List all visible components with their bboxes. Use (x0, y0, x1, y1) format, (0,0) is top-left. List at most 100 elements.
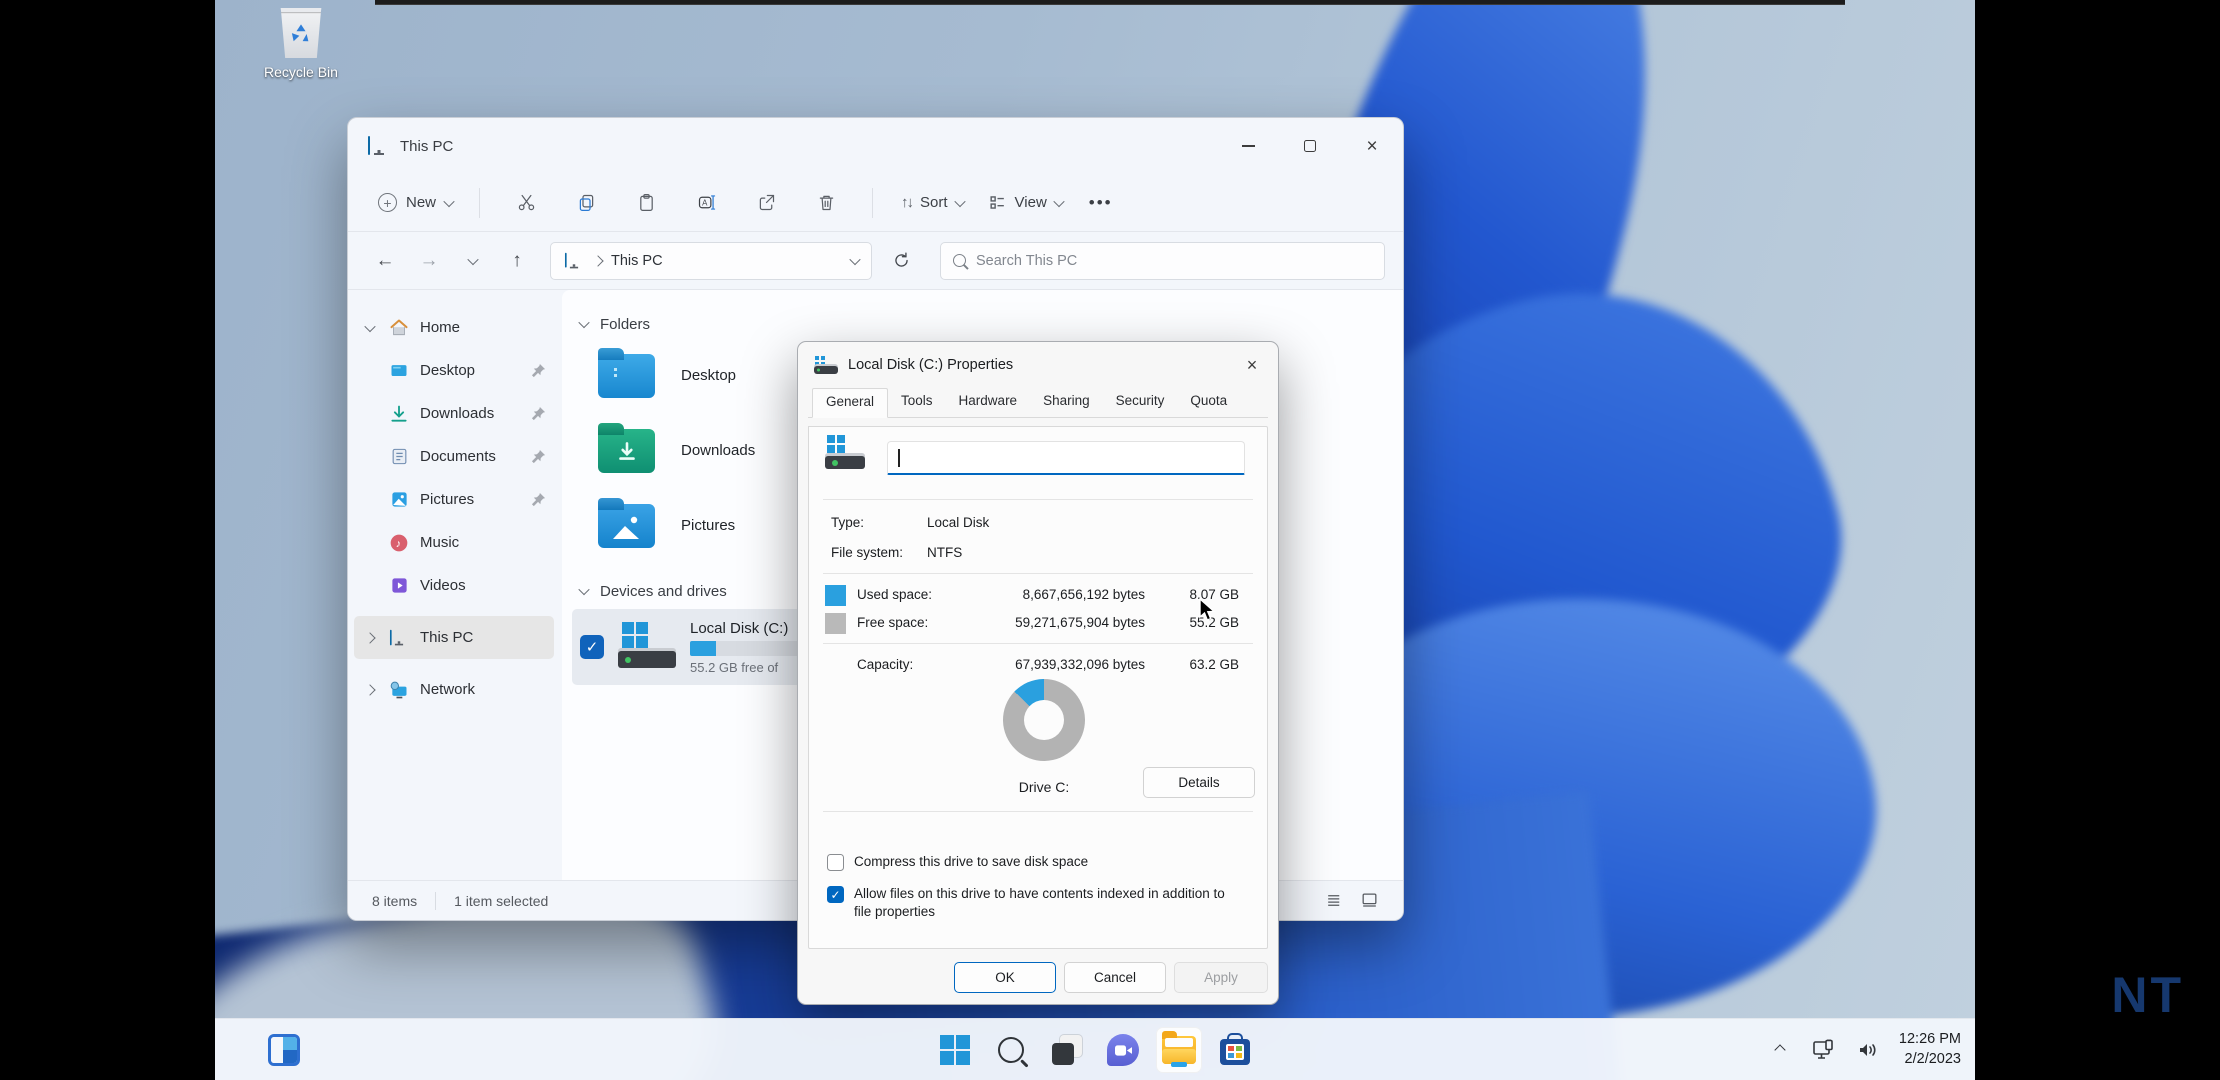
network-tray-icon[interactable] (1811, 1037, 1837, 1063)
cut-button[interactable] (505, 183, 547, 223)
expand-icon[interactable] (364, 631, 376, 644)
sidebar-item-desktop[interactable]: Desktop (354, 349, 554, 392)
search-button[interactable] (988, 1027, 1034, 1073)
task-view-icon (1052, 1035, 1082, 1065)
selection-count: 1 item selected (454, 892, 549, 909)
paste-button[interactable] (625, 183, 667, 223)
drive-c-label: Drive C: (1018, 779, 1070, 795)
compress-checkbox[interactable] (827, 854, 844, 871)
sidebar-item-this-pc[interactable]: This PC (354, 616, 554, 659)
explorer-toolbar: + New A ↑↓ Sort View ••• (348, 174, 1403, 232)
chat-button[interactable] (1100, 1027, 1146, 1073)
sidebar-item-label: Home (420, 319, 461, 336)
address-bar[interactable]: This PC (550, 241, 872, 280)
file-explorer-button[interactable] (1156, 1027, 1202, 1073)
start-button[interactable] (932, 1027, 978, 1073)
capacity-size: 63.2 GB (1189, 657, 1239, 672)
tab-sharing[interactable]: Sharing (1030, 388, 1103, 418)
minimize-button[interactable] (1217, 118, 1279, 174)
sidebar-item-documents[interactable]: Documents (354, 435, 554, 478)
file-explorer-icon (1162, 1031, 1196, 1067)
sidebar-item-videos[interactable]: Videos (354, 564, 554, 607)
up-button[interactable]: ↑ (498, 243, 536, 279)
copy-icon (579, 194, 593, 211)
task-view-button[interactable] (1044, 1027, 1090, 1073)
properties-dialog: Local Disk (C:) Properties × General Too… (797, 341, 1279, 1005)
drive-icon (825, 435, 865, 471)
tab-general[interactable]: General (812, 388, 889, 418)
network-icon (388, 679, 410, 701)
details-view-button[interactable] (1325, 891, 1344, 910)
delete-button[interactable] (805, 183, 847, 223)
expand-icon[interactable] (364, 683, 376, 696)
apply-button[interactable]: Apply (1174, 962, 1268, 993)
index-checkbox-row[interactable]: ✓ Allow files on this drive to have cont… (827, 885, 1245, 921)
text-caret (898, 449, 900, 467)
sidebar-item-pictures[interactable]: Pictures (354, 478, 554, 521)
folder-name: Desktop (681, 367, 737, 384)
section-title: Devices and drives (600, 582, 727, 600)
free-space-bytes: 59,271,675,904 bytes (1015, 615, 1145, 630)
cancel-button[interactable]: Cancel (1064, 962, 1166, 993)
sidebar-item-network[interactable]: Network (354, 668, 554, 711)
search-input[interactable]: Search This PC (940, 241, 1385, 280)
sidebar-item-label: Pictures (420, 491, 475, 508)
downloads-icon (388, 403, 410, 425)
microsoft-store-button[interactable] (1212, 1027, 1258, 1073)
section-folders[interactable]: Folders (572, 310, 1403, 338)
view-label: View (1014, 194, 1047, 211)
item-count: 8 items (372, 892, 418, 909)
volume-tray-icon[interactable] (1855, 1037, 1881, 1063)
sidebar-item-label: Videos (420, 577, 466, 594)
tab-security[interactable]: Security (1103, 388, 1178, 418)
local-disk-icon (618, 622, 676, 672)
more-options-button[interactable]: ••• (1089, 193, 1113, 213)
widgets-button[interactable] (261, 1027, 307, 1073)
tray-chevron-up-button[interactable] (1767, 1037, 1793, 1063)
selected-checkbox[interactable]: ✓ (580, 635, 604, 659)
recycle-bin[interactable]: Recycle Bin (253, 8, 349, 80)
collapse-icon[interactable] (578, 583, 590, 596)
details-button[interactable]: Details (1143, 767, 1255, 798)
sidebar-item-home[interactable]: Home (354, 306, 554, 349)
explorer-titlebar: This PC × (348, 118, 1403, 174)
navigation-pane: Home Desktop Downloads Documents Picture… (348, 290, 562, 880)
volume-label-input[interactable] (887, 441, 1245, 475)
sidebar-item-music[interactable]: ♪ Music (354, 521, 554, 564)
ok-button[interactable]: OK (954, 962, 1056, 993)
view-button[interactable]: View (988, 193, 1065, 212)
copy-button[interactable] (565, 183, 607, 223)
recent-locations-button[interactable] (454, 243, 492, 279)
search-icon (953, 254, 966, 267)
tray-time: 12:26 PM (1898, 1031, 1961, 1048)
breadcrumb-location[interactable]: This PC (611, 253, 663, 269)
collapse-icon[interactable] (578, 316, 590, 329)
new-button[interactable]: + New (368, 185, 463, 220)
maximize-button[interactable] (1279, 118, 1341, 174)
share-button[interactable] (745, 183, 787, 223)
taskbar-clock[interactable]: 12:26 PM 2/2/2023 (1899, 1030, 1961, 1069)
chevron-down-icon (443, 195, 455, 207)
dialog-close-button[interactable]: × (1230, 345, 1274, 385)
compress-checkbox-label: Compress this drive to save disk space (854, 854, 1089, 869)
compress-checkbox-row[interactable]: Compress this drive to save disk space (827, 853, 1245, 871)
expand-icon[interactable] (364, 320, 376, 332)
sidebar-item-downloads[interactable]: Downloads (354, 392, 554, 435)
refresh-button[interactable] (882, 243, 920, 279)
tab-hardware[interactable]: Hardware (946, 388, 1031, 418)
back-button[interactable]: ← (366, 243, 404, 279)
sort-button[interactable]: ↑↓ Sort (901, 194, 966, 211)
tray-date: 2/2/2023 (1904, 1051, 1961, 1067)
close-button[interactable]: × (1341, 118, 1403, 174)
large-icons-view-button[interactable] (1360, 891, 1379, 910)
tab-quota[interactable]: Quota (1177, 388, 1240, 418)
address-dropdown-icon[interactable] (849, 253, 861, 265)
tab-tools[interactable]: Tools (888, 388, 946, 418)
music-icon: ♪ (388, 532, 410, 554)
sidebar-item-label: Documents (420, 448, 496, 465)
folder-name: Pictures (681, 517, 736, 534)
rename-button[interactable]: A (685, 183, 727, 223)
index-checkbox[interactable]: ✓ (827, 886, 844, 903)
plus-icon: + (378, 193, 397, 212)
forward-button[interactable]: → (410, 243, 448, 279)
